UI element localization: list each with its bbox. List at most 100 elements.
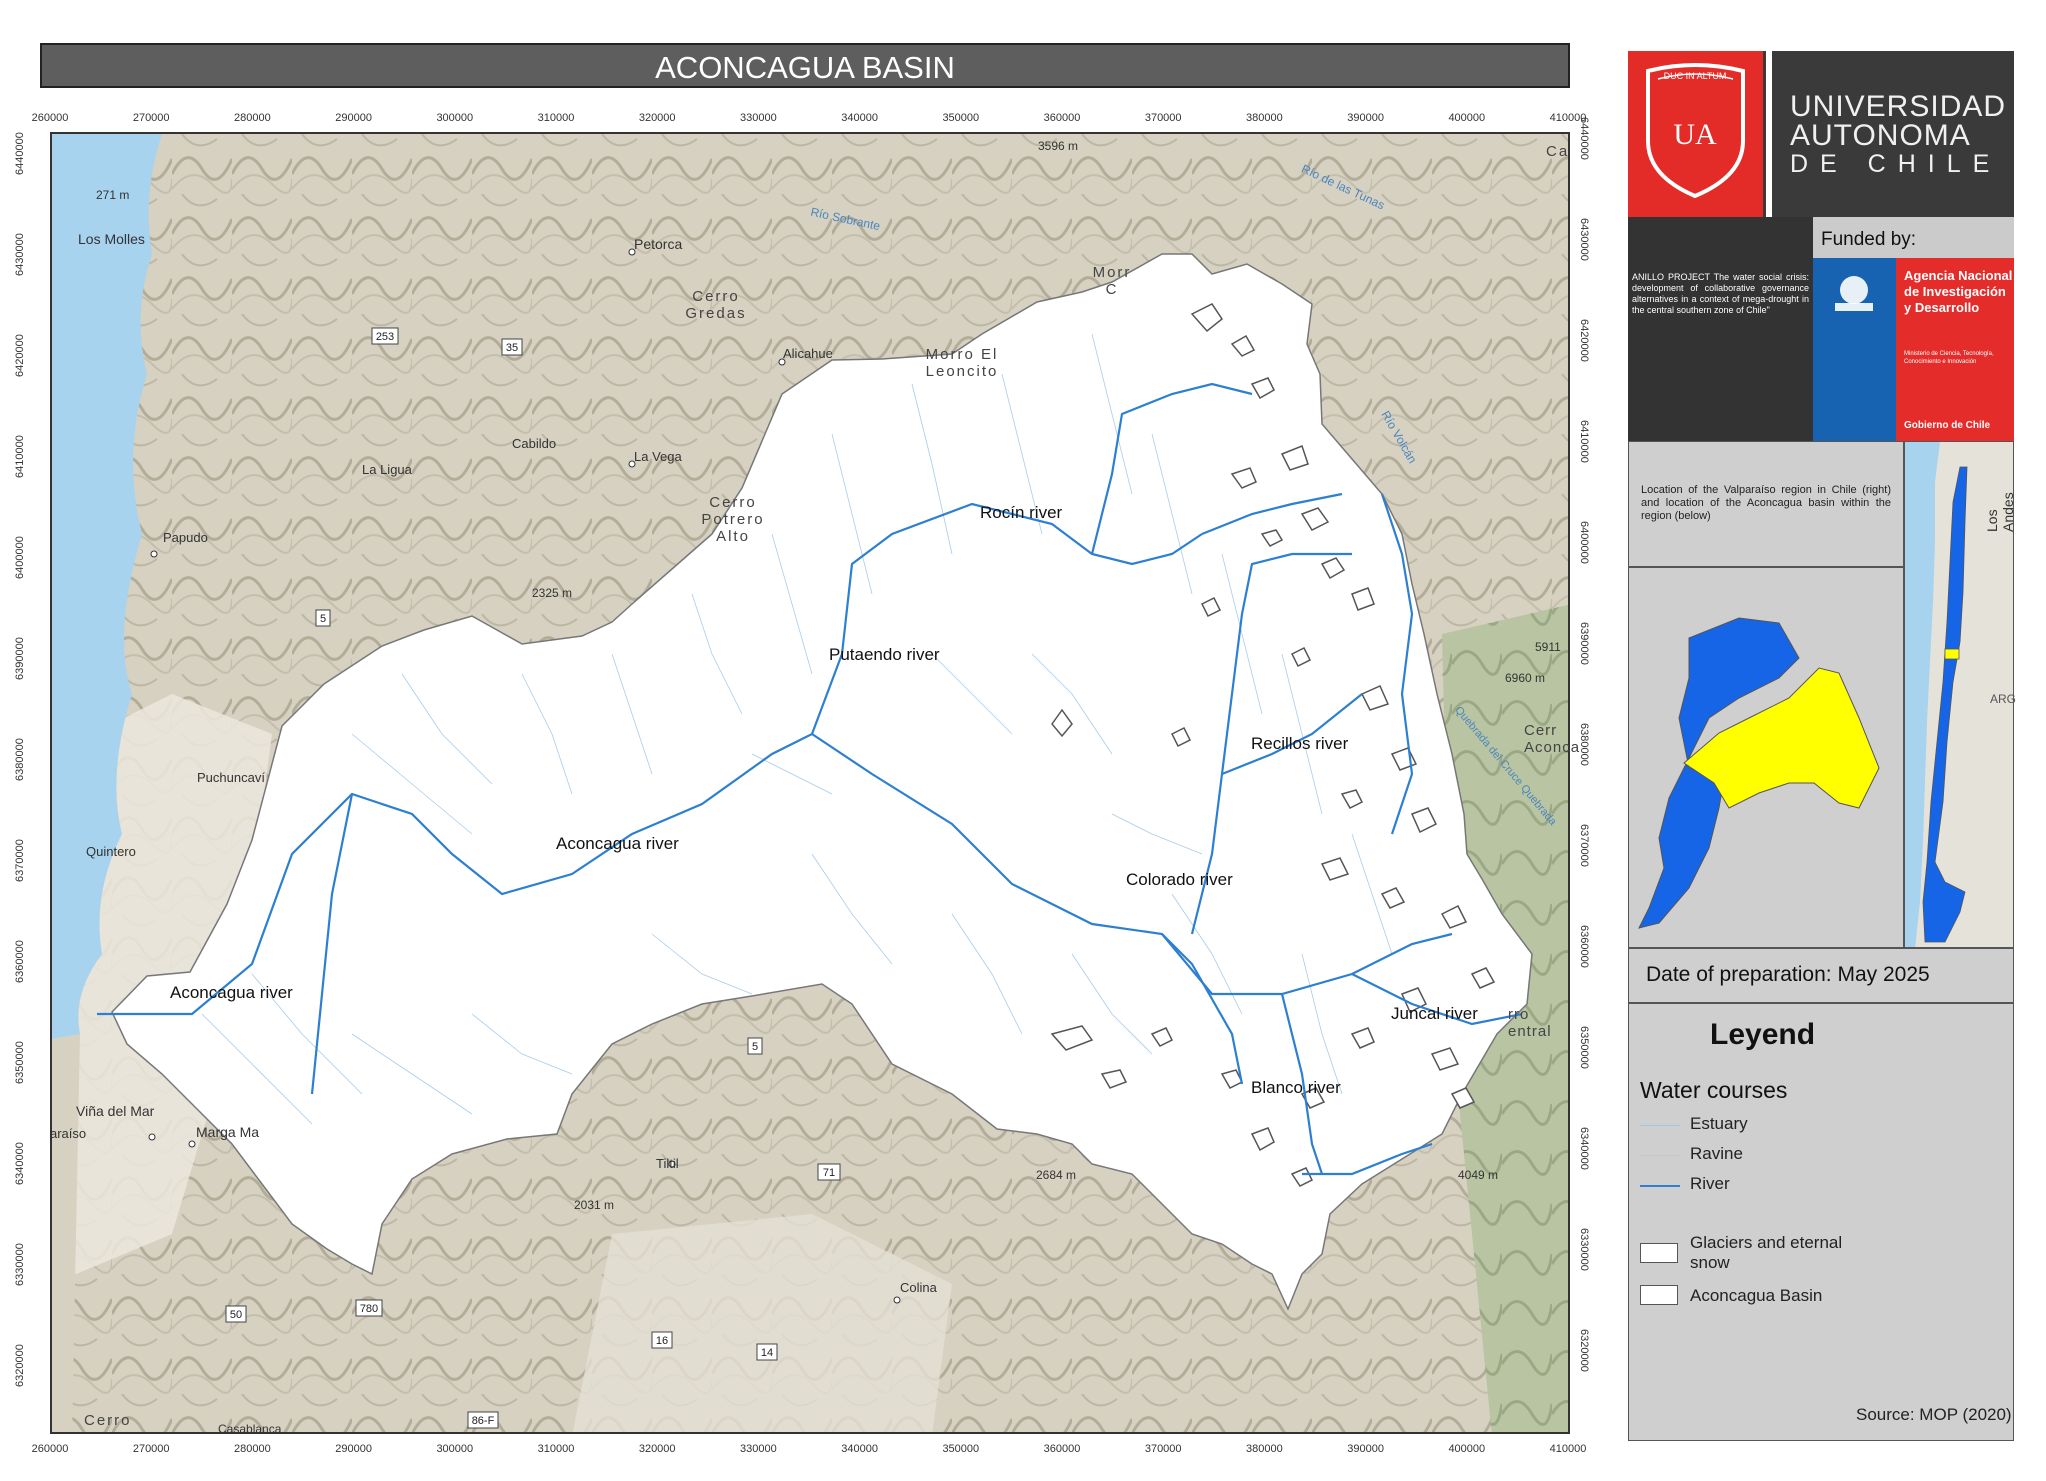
anid-name: Agencia Nacional de Investigación y Desa… [1904, 268, 2013, 315]
label-elev-2031: 2031 m [574, 1198, 615, 1212]
uni-line-2: AUTONOMA [1790, 119, 1971, 152]
shield-5b: 5 [752, 1041, 758, 1053]
x-tick-top: 390000 [1347, 112, 1384, 124]
label-cabildo: Cabildo [512, 436, 557, 451]
x-tick-top: 270000 [132, 112, 170, 124]
x-tick-top: 370000 [1144, 112, 1182, 124]
y-tick-left: 6390000 [14, 637, 26, 680]
x-tick-bot: 270000 [132, 1443, 170, 1455]
x-tick-top: 290000 [335, 112, 372, 124]
river-label-recillos: Recillos river [1251, 734, 1349, 753]
label-elev-271: 271 m [96, 188, 130, 202]
label-tiltil: Tiltil [656, 1156, 679, 1171]
y-tick-right: 6430000 [1578, 218, 1590, 261]
legend-title: Leyend [1710, 1018, 1816, 1051]
label-cerro-aconcagua: Cerr Aconca [1524, 722, 1581, 756]
y-tick-left: 6420000 [14, 334, 26, 377]
ministry-name: Ministerio de Ciencia, Tecnología, Conoc… [1904, 351, 1994, 365]
label-cerro-bottom: Cerro [84, 1412, 132, 1429]
x-tick-top: 260000 [31, 112, 69, 124]
y-tick-right: 6440000 [1578, 117, 1590, 160]
river-label-juncal: Juncal river [1391, 1004, 1478, 1023]
river-label-putaendo: Putaendo river [829, 645, 940, 664]
label-cerro-central: rro entral [1508, 1006, 1552, 1040]
y-tick-left: 6340000 [14, 1142, 26, 1185]
shield-253: 253 [376, 331, 394, 343]
y-tick-left: 6400000 [14, 536, 26, 579]
y-tick-left: 6410000 [14, 435, 26, 478]
x-tick-top: 280000 [234, 112, 271, 124]
river-label-aconcagua-mid: Aconcagua river [556, 834, 679, 853]
uni-line-1: UNIVERSIDAD [1790, 90, 2007, 123]
shield-86f: 86-F [472, 1415, 495, 1427]
label-morro-leoncito: Morro El Leoncito [925, 346, 999, 380]
legend-glacier-swatch [1640, 1243, 1678, 1263]
y-tick-left: 6440000 [14, 132, 26, 175]
y-tick-right: 6320000 [1578, 1329, 1590, 1372]
label-elev-2325: 2325 m [532, 586, 573, 600]
funded-by-label: Funded by: [1821, 229, 1917, 250]
x-tick-bot: 360000 [1043, 1443, 1081, 1455]
x-tick-bot: 320000 [638, 1443, 676, 1455]
legend-basin-label: Aconcagua Basin [1690, 1286, 1823, 1305]
label-vina-del-mar: Viña del Mar [76, 1103, 155, 1119]
shield-780: 780 [360, 1303, 378, 1315]
shield-14: 14 [761, 1347, 773, 1359]
seal-letters: UA [1673, 118, 1717, 151]
label-petorca: Petorca [634, 236, 683, 252]
label-alicahue: Alicahue [783, 346, 833, 361]
label-papudo: Papudo [163, 530, 208, 545]
x-tick-top: 300000 [436, 112, 474, 124]
y-tick-left: 6330000 [14, 1243, 26, 1286]
x-tick-top: 360000 [1043, 112, 1081, 124]
legend-panel [1628, 1003, 2014, 1441]
label-arg: ARG [1990, 692, 2017, 706]
x-tick-bot: 370000 [1144, 1443, 1182, 1455]
label-marga-marga: Marga Ma [196, 1124, 260, 1140]
shield-50: 50 [230, 1309, 242, 1321]
y-tick-left: 6370000 [14, 839, 26, 882]
label-los-andes: Los Andes [1984, 492, 2016, 532]
label-ca-partial: Ca [1546, 143, 1570, 160]
label-paraiso: araíso [50, 1126, 87, 1141]
y-tick-right: 6420000 [1578, 319, 1590, 362]
label-colina: Colina [900, 1280, 937, 1295]
label-quintero: Quintero [86, 844, 136, 859]
x-tick-bot: 400000 [1448, 1443, 1486, 1455]
x-tick-bot: 260000 [31, 1443, 69, 1455]
seal-motto: DUC IN ALTUM [1663, 71, 1727, 81]
label-cerro-gredas: Cerro Gredas [685, 288, 747, 322]
university-name: UNIVERSIDAD AUTONOMA DE CHILE [1790, 92, 2006, 179]
label-elev-2684: 2684 m [1036, 1168, 1077, 1182]
shield-71: 71 [823, 1167, 835, 1179]
river-label-aconcagua-west: Aconcagua river [170, 983, 293, 1002]
label-la-vega: La Vega [634, 449, 682, 464]
y-tick-left: 6430000 [14, 233, 26, 276]
legend-estuary-label: Estuary [1690, 1114, 1748, 1133]
x-tick-bot: 380000 [1246, 1443, 1283, 1455]
x-tick-bot: 290000 [335, 1443, 372, 1455]
label-puchuncavi: Puchuncaví [197, 770, 265, 785]
river-label-blanco: Blanco river [1251, 1078, 1341, 1097]
x-tick-bot: 390000 [1347, 1443, 1384, 1455]
legend-ravine-line [1640, 1155, 1680, 1156]
legend-river-label: River [1690, 1174, 1730, 1193]
label-morro-partial: Morr C [1092, 264, 1132, 298]
x-tick-bot: 280000 [234, 1443, 271, 1455]
shield-16: 16 [656, 1335, 668, 1347]
river-label-colorado: Colorado river [1126, 870, 1233, 889]
y-tick-right: 6400000 [1578, 521, 1590, 564]
label-la-ligua: La Ligua [362, 462, 412, 477]
legend-estuary-line [1640, 1125, 1680, 1126]
x-tick-top: 340000 [841, 112, 878, 124]
legend-subtitle: Water courses [1640, 1077, 1788, 1103]
x-tick-bot: 310000 [537, 1443, 575, 1455]
source-label: Source: MOP (2020) [1856, 1405, 2012, 1424]
river-label-rocin: Rocín river [980, 503, 1063, 522]
x-tick-top: 310000 [537, 112, 575, 124]
label-elev-6960: 6960 m [1505, 671, 1546, 685]
x-tick-top: 320000 [638, 112, 676, 124]
chile-coat-of-arms-icon [1835, 276, 1873, 311]
anid-emblem-panel [1813, 258, 1896, 441]
y-tick-left: 6350000 [14, 1041, 26, 1084]
